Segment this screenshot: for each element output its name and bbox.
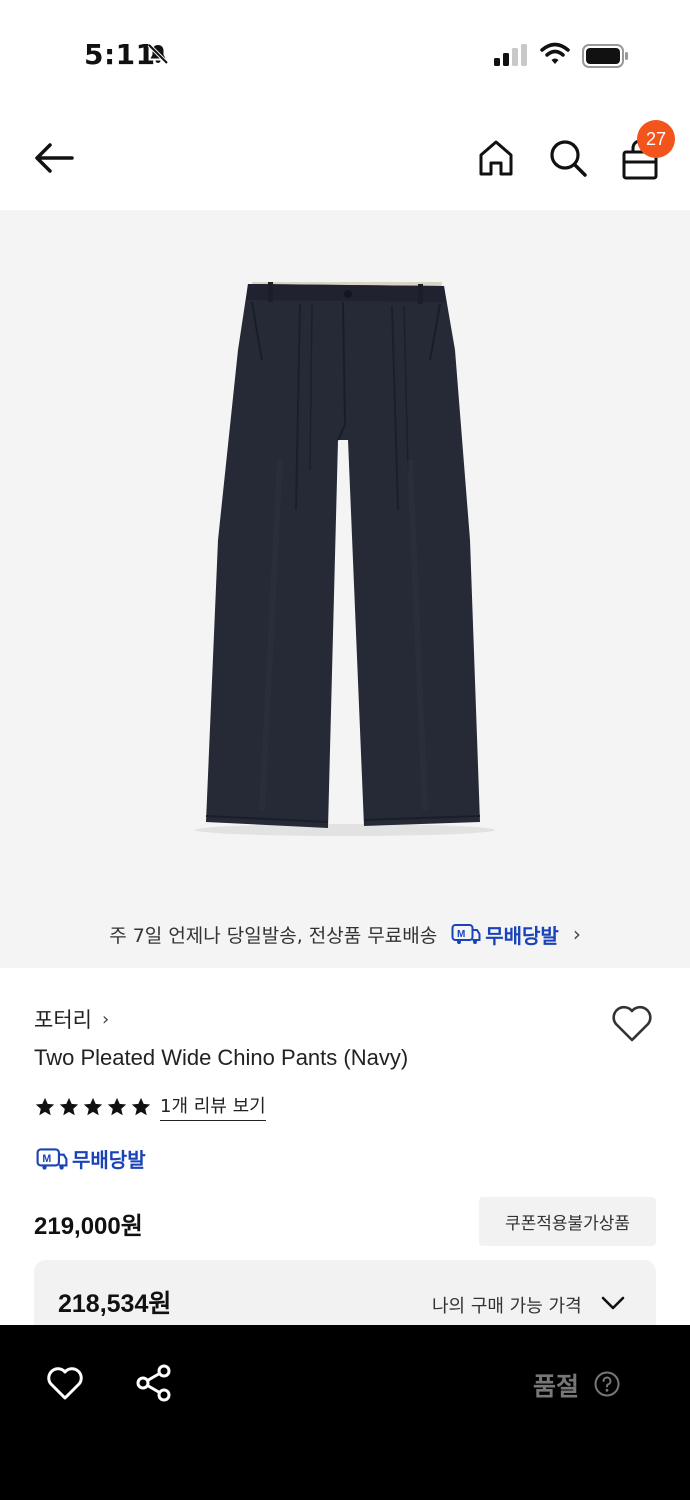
star-icon — [35, 1097, 55, 1115]
rating-stars — [34, 1096, 152, 1118]
free-delivery-badge: M 무배당발 — [36, 1144, 146, 1173]
top-nav: 27 — [0, 112, 690, 208]
review-link[interactable]: 1개 리뷰 보기 — [160, 1092, 266, 1121]
brand-name: 포터리 — [34, 1008, 92, 1032]
home-icon[interactable] — [476, 136, 516, 180]
pants-image — [195, 282, 495, 836]
my-price-label: 나의 구매 가능 가격 — [432, 1296, 582, 1317]
chevron-right-icon: › — [101, 1008, 110, 1030]
free-delivery-label: 무배당발 — [485, 923, 559, 948]
delivery-banner-text: 주 7일 언제나 당일발송, 전상품 무료배송 — [109, 924, 438, 947]
coupon-unavailable-badge: 쿠폰적용불가상품 — [479, 1197, 656, 1246]
svg-text:M: M — [457, 929, 465, 940]
chevron-right-icon: › — [572, 922, 581, 946]
product-image[interactable] — [0, 210, 690, 900]
brand-link[interactable]: 포터리 › — [34, 1004, 109, 1034]
star-icon — [59, 1097, 79, 1115]
signal-icon — [494, 44, 527, 66]
share-icon[interactable] — [134, 1363, 174, 1403]
my-price-value: 218,534원 — [58, 1290, 172, 1318]
status-time: 5:11 — [84, 38, 156, 71]
product-title: Two Pleated Wide Chino Pants (Navy) — [34, 1045, 409, 1070]
chevron-down-icon — [601, 1296, 625, 1310]
heart-icon[interactable] — [46, 1365, 84, 1401]
svg-text:M: M — [42, 1153, 51, 1165]
favorite-heart-icon[interactable] — [610, 1002, 654, 1044]
free-delivery-mark: M 무배당발 — [451, 920, 559, 949]
search-icon[interactable] — [546, 136, 590, 180]
question-icon[interactable] — [594, 1371, 620, 1397]
cart-count-badge: 27 — [637, 120, 675, 158]
back-arrow-icon[interactable] — [30, 138, 78, 178]
delivery-truck-icon: M — [451, 924, 481, 944]
bottom-action-bar: 품절 — [0, 1325, 690, 1500]
star-icon — [107, 1097, 127, 1115]
star-icon — [131, 1097, 151, 1115]
product-price: 219,000원 — [34, 1213, 143, 1240]
status-bar: 5:11 — [0, 0, 690, 112]
soldout-label: 품절 — [533, 1372, 580, 1401]
rating-row: 1개 리뷰 보기 — [34, 1092, 266, 1121]
star-icon — [83, 1097, 103, 1115]
delivery-banner[interactable]: 주 7일 언제나 당일발송, 전상품 무료배송 M 무배당발 › — [0, 900, 690, 968]
wifi-icon — [540, 42, 570, 64]
battery-icon — [582, 44, 628, 68]
free-delivery-label: 무배당발 — [72, 1148, 146, 1172]
bell-slash-icon — [147, 43, 169, 65]
delivery-truck-icon: M — [36, 1147, 68, 1170]
